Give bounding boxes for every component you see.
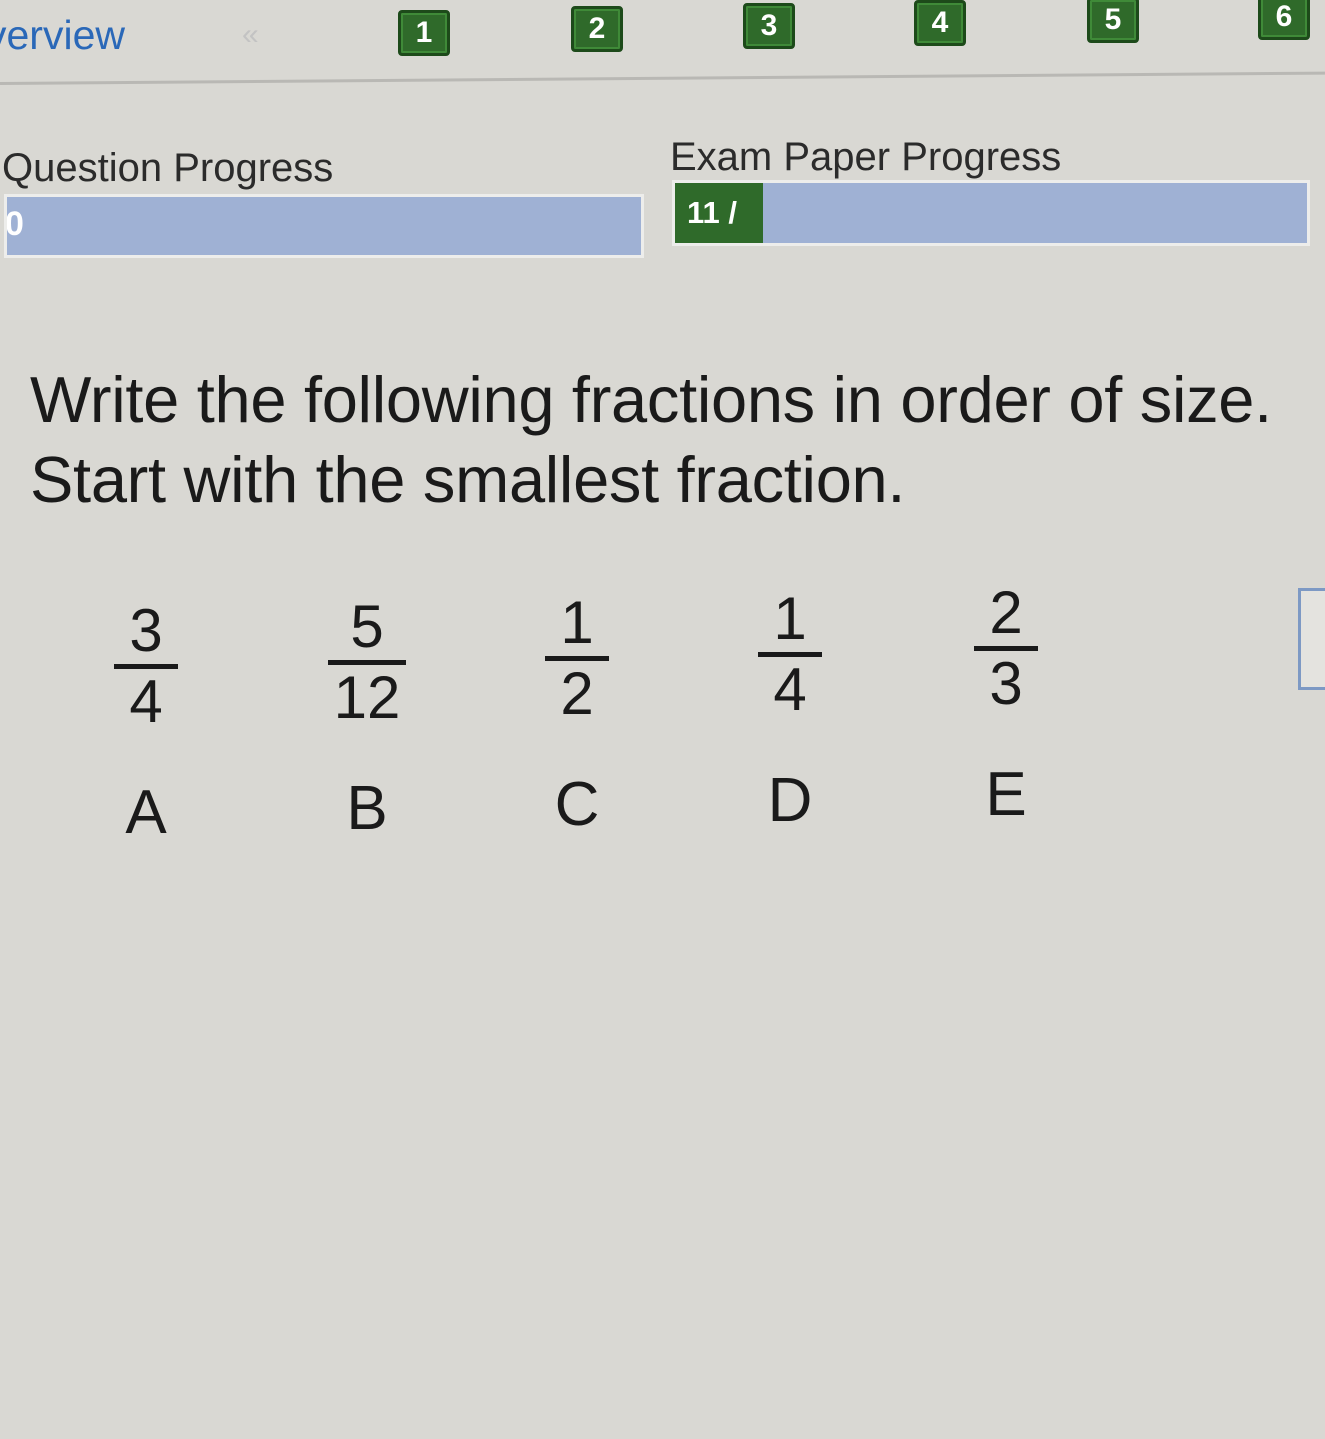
fraction-numerator: 5 [350, 593, 384, 660]
fraction-numerator: 2 [989, 579, 1023, 646]
overview-link[interactable]: verview [0, 12, 125, 59]
question-nav-1[interactable]: 1 [398, 10, 450, 56]
exam-progress-bar: 11 / [672, 180, 1310, 246]
question-nav-2[interactable]: 2 [571, 6, 623, 52]
fraction-c: 1 2 C [517, 592, 637, 840]
fraction-denominator: 12 [333, 664, 401, 731]
question-nav-5[interactable]: 5 [1087, 0, 1139, 43]
fraction-denominator: 2 [560, 660, 594, 727]
fraction-numerator: 1 [773, 585, 807, 652]
fraction-numerator: 3 [129, 597, 163, 664]
fraction-d: 1 4 D [730, 588, 850, 836]
fraction-letter: D [767, 766, 813, 835]
exam-progress-label: Exam Paper Progress [670, 135, 1062, 179]
question-nav-4[interactable]: 4 [914, 0, 966, 46]
question-text-line-1: Write the following fractions in order o… [30, 363, 1272, 436]
fraction-b: 5 12 B [307, 596, 427, 844]
fraction-letter: B [346, 774, 388, 843]
fraction-letter: C [554, 770, 600, 839]
fraction-letter: E [985, 760, 1027, 829]
question-nav-3[interactable]: 3 [743, 3, 795, 49]
fraction-numerator: 1 [560, 589, 594, 656]
question-nav-6[interactable]: 6 [1258, 0, 1310, 40]
fraction-a: 3 4 A [86, 600, 206, 848]
question-progress-bar: 0 [4, 194, 644, 258]
previous-arrow-icon[interactable]: « [242, 18, 259, 52]
fraction-denominator: 3 [989, 650, 1023, 717]
fraction-letter: A [125, 778, 167, 847]
question-progress-label: Question Progress [2, 146, 334, 190]
fraction-e: 2 3 E [946, 582, 1066, 830]
question-text-line-2: Start with the smallest fraction. [30, 443, 906, 516]
answer-input[interactable] [1298, 588, 1325, 690]
fraction-denominator: 4 [773, 656, 807, 723]
exam-progress-fill: 11 / [675, 183, 763, 243]
question-progress-text: 0 [5, 205, 24, 243]
fraction-denominator: 4 [129, 668, 163, 735]
top-divider [0, 71, 1325, 85]
